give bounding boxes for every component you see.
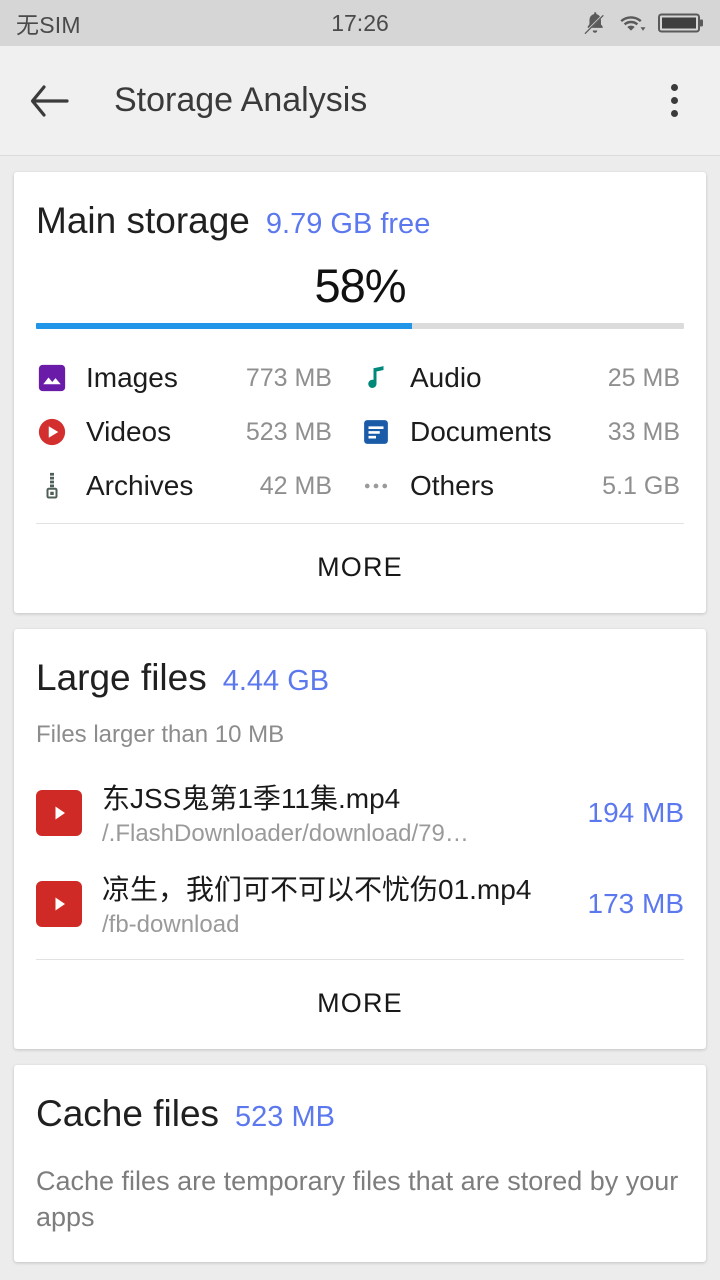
category-label: Documents (410, 416, 552, 447)
status-icons (582, 10, 704, 36)
wifi-icon (619, 11, 647, 35)
file-size: 194 MB (587, 796, 685, 828)
storage-category-audio[interactable]: Audio 25 MB (360, 351, 684, 405)
video-icon (36, 416, 68, 448)
back-arrow-icon (30, 84, 69, 117)
page-title: Storage Analysis (114, 81, 368, 119)
large-files-card: Large files 4.44 GB Files larger than 10… (14, 629, 706, 1049)
large-file-row[interactable]: 凉生，我们可不可以不忧伤01.mp4/fb-download 173 MB (36, 858, 684, 949)
video-file-icon (36, 880, 82, 927)
archive-icon (36, 470, 68, 502)
file-path: /fb-download (102, 911, 240, 938)
large-file-row[interactable]: 东JSS鬼第1季11集.mp4 /.FlashDownloader/downloa… (36, 767, 684, 858)
cache-files-card: Cache files 523 MB Cache files are tempo… (14, 1065, 706, 1262)
image-icon (36, 362, 68, 394)
cache-files-header: Cache files 523 MB (36, 1065, 684, 1135)
large-files-subtitle: Files larger than 10 MB (36, 721, 285, 748)
file-size: 173 MB (587, 887, 685, 919)
large-files-more-button[interactable]: MORE (36, 960, 684, 1049)
main-storage-title: Main storage (36, 200, 250, 241)
document-icon (360, 416, 392, 448)
storage-category-images[interactable]: Images 773 MB (36, 351, 360, 405)
category-label: Videos (86, 416, 172, 447)
storage-category-grid: Images 773 MB Audio 25 MB Videos 523 MB Docume… (36, 351, 684, 513)
large-files-list: 东JSS鬼第1季11集.mp4 /.FlashDownloader/downloa… (36, 767, 684, 949)
category-size: 523 MB (245, 417, 332, 446)
category-size: 25 MB (607, 363, 680, 392)
overflow-menu-button[interactable] (650, 73, 698, 129)
carrier-label: 无SIM (16, 12, 81, 38)
cache-files-total: 523 MB (235, 1101, 335, 1133)
storage-category-documents[interactable]: Documents 33 MB (360, 405, 684, 459)
usage-progress-bar (36, 323, 684, 329)
battery-full-icon (658, 11, 704, 35)
more-vertical-icon (670, 84, 678, 91)
main-storage-header: Main storage 9.79 GB free (36, 172, 684, 242)
usage-percent-label: 58% (314, 259, 406, 312)
large-files-total: 4.44 GB (222, 665, 330, 697)
main-storage-more-button[interactable]: MORE (36, 524, 684, 613)
large-files-header: Large files 4.44 GB (36, 629, 684, 699)
category-label: Audio (410, 362, 482, 393)
usage-progress-fill (36, 323, 412, 329)
more-vertical-icon (670, 97, 678, 104)
others-icon (360, 470, 392, 502)
status-bar: 无SIM 17:26 (0, 0, 720, 46)
back-button[interactable] (22, 73, 78, 129)
storage-category-videos[interactable]: Videos 523 MB (36, 405, 360, 459)
category-label: Images (86, 362, 178, 393)
category-label: Archives (86, 470, 194, 501)
cache-files-title: Cache files (36, 1093, 220, 1134)
large-files-title: Large files (36, 657, 207, 698)
category-size: 33 MB (607, 417, 680, 446)
cache-files-description: Cache files are temporary files that are… (36, 1166, 679, 1233)
audio-icon (360, 362, 392, 394)
main-storage-card: Main storage 9.79 GB free 58% Images 773 … (14, 172, 706, 613)
file-meta: 东JSS鬼第1季11集.mp4 /.FlashDownloader/downloa… (102, 777, 572, 848)
bell-muted-icon (582, 10, 608, 36)
content-scroll[interactable]: Main storage 9.79 GB free 58% Images 773 … (0, 156, 720, 1262)
category-size: 773 MB (245, 363, 332, 392)
more-vertical-icon (670, 110, 678, 117)
storage-category-others[interactable]: Others 5.1 GB (360, 459, 684, 513)
file-meta: 凉生，我们可不可以不忧伤01.mp4/fb-download (102, 868, 572, 939)
file-name: 东JSS鬼第1季11集.mp4 (102, 783, 401, 814)
video-file-icon (36, 789, 82, 836)
category-label: Others (410, 470, 495, 501)
file-name: 凉生，我们可不可以不忧伤01.mp4 (102, 874, 532, 905)
app-bar: Storage Analysis (0, 46, 720, 156)
file-path: /.FlashDownloader/download/79… (102, 820, 469, 847)
category-size: 42 MB (259, 471, 332, 500)
main-storage-free: 9.79 GB free (265, 208, 431, 240)
category-size: 5.1 GB (602, 471, 680, 500)
storage-category-archives[interactable]: Archives 42 MB (36, 459, 360, 513)
